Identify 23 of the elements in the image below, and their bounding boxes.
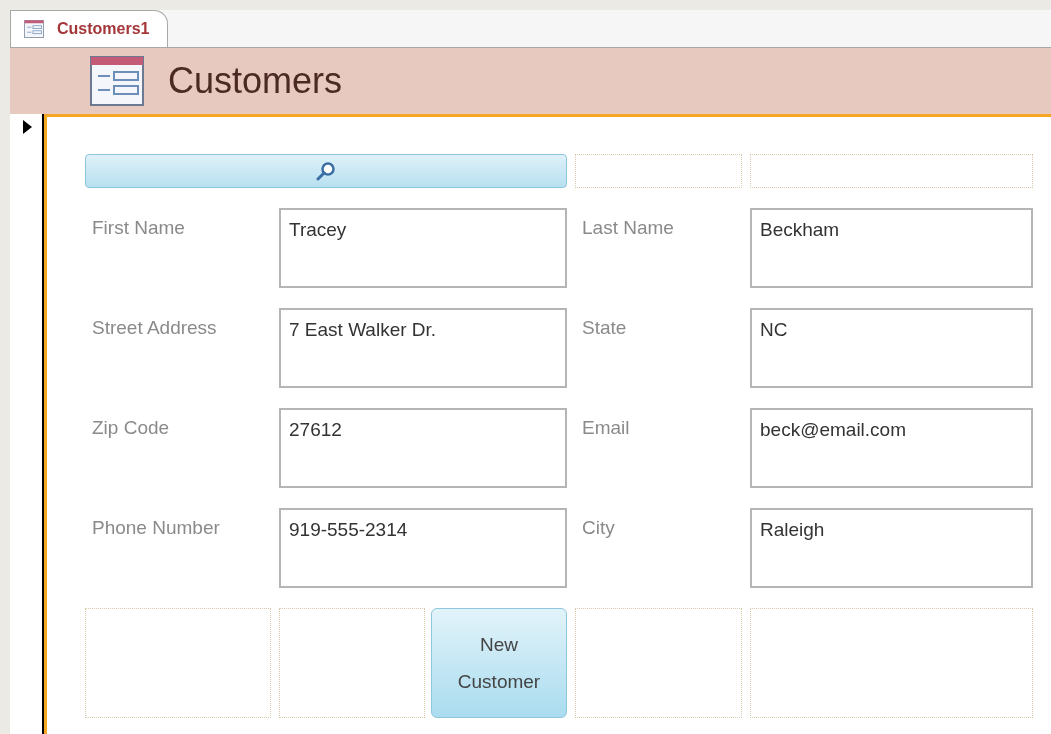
form-icon bbox=[90, 56, 144, 106]
form-icon bbox=[23, 20, 45, 38]
field-label: First Name bbox=[91, 216, 186, 240]
text-field[interactable]: Raleigh bbox=[750, 508, 1033, 588]
field-label: Last Name bbox=[581, 216, 675, 240]
field-label: Zip Code bbox=[91, 416, 171, 440]
text-field[interactable]: 919-555-2314 bbox=[279, 508, 567, 588]
text-field[interactable]: 7 East Walker Dr. bbox=[279, 308, 567, 388]
current-record-icon bbox=[23, 120, 32, 134]
text-field[interactable]: Tracey bbox=[279, 208, 567, 288]
form-title: Customers bbox=[168, 59, 343, 103]
text-field[interactable]: beck@email.com bbox=[750, 408, 1033, 488]
text-field[interactable]: Beckham bbox=[750, 208, 1033, 288]
field-label: Phone Number bbox=[91, 516, 221, 540]
document-tab[interactable]: Customers1 bbox=[10, 10, 169, 47]
new-customer-button[interactable]: New Customer bbox=[431, 608, 567, 718]
field-label: State bbox=[581, 316, 628, 340]
field-label: Email bbox=[581, 416, 631, 440]
text-field[interactable]: NC bbox=[750, 308, 1033, 388]
field-label: Street Address bbox=[91, 316, 218, 340]
search-icon bbox=[315, 161, 337, 181]
field-label: City bbox=[581, 516, 616, 540]
text-field[interactable]: 27612 bbox=[279, 408, 567, 488]
